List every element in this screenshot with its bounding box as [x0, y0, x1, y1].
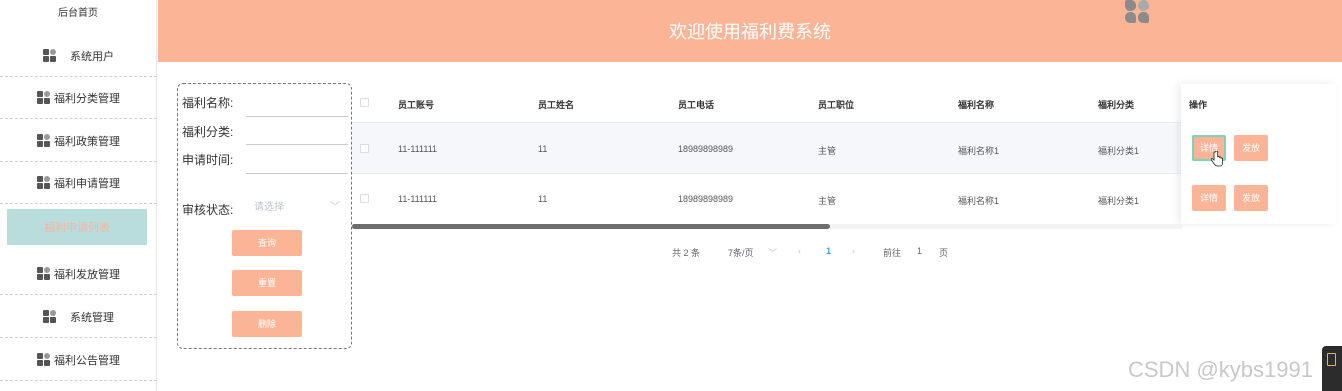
- cell-welfare-category: 福利分类1: [1098, 146, 1140, 156]
- page-size-value: 7条/页: [728, 248, 754, 258]
- horizontal-scrollbar-thumb[interactable]: [352, 224, 830, 229]
- sidebar-item-welfare-application[interactable]: 福利申请管理: [0, 162, 157, 204]
- cell-name: 11: [538, 194, 548, 204]
- page-unit-label: 页: [939, 248, 949, 258]
- chevron-down-icon: ﹀: [768, 248, 778, 258]
- sidebar-item-welfare-notice[interactable]: 福利公告管理: [0, 339, 157, 381]
- sidebar-item-label: 福利公告管理: [54, 354, 120, 367]
- row-checkbox[interactable]: [360, 144, 369, 153]
- reset-button[interactable]: 重置: [232, 270, 302, 296]
- sidebar-item-welfare-issue[interactable]: 福利发放管理: [0, 253, 157, 295]
- header: 欢迎使用福利费系统: [158, 0, 1342, 62]
- column-header: 员工电话: [678, 100, 715, 110]
- review-status-label: 审核状态:: [182, 203, 234, 217]
- grid-icon: [37, 91, 50, 104]
- table-row[interactable]: [352, 123, 1182, 173]
- sidebar-item-application-list[interactable]: 福利申请列表: [7, 209, 147, 245]
- welfare-name-label: 福利名称:: [182, 96, 234, 110]
- review-status-select[interactable]: 请选择 ﹀: [246, 196, 348, 220]
- delete-button[interactable]: 删除: [232, 311, 302, 337]
- select-all-checkbox[interactable]: [360, 98, 369, 107]
- detail-button[interactable]: 详情: [1192, 185, 1226, 211]
- page-size-select[interactable]: 7条/页 ﹀: [728, 246, 777, 259]
- cell-phone: 18989898989: [678, 144, 734, 154]
- pagination-total: 共 2 条: [672, 248, 701, 258]
- cell-welfare-name: 福利名称1: [958, 196, 1000, 206]
- sidebar-item-label: 系统用户: [70, 50, 114, 63]
- clipboard-icon[interactable]: [1322, 346, 1342, 391]
- sidebar-item-system-management[interactable]: 系统管理: [0, 296, 157, 338]
- welfare-category-input[interactable]: [246, 144, 348, 145]
- cell-phone: 18989898989: [678, 194, 734, 204]
- welfare-name-input[interactable]: [246, 116, 348, 117]
- cell-account: 11-111111: [398, 194, 438, 204]
- table-row[interactable]: [352, 174, 1182, 224]
- sidebar-item-label: 福利发放管理: [54, 268, 120, 281]
- operations-column: 操作 详情 发放 详情 发放: [1181, 84, 1336, 224]
- grid-icon: [37, 353, 50, 366]
- cell-account: 11-111111: [398, 144, 438, 154]
- column-header: 员工姓名: [538, 100, 575, 110]
- next-page-icon[interactable]: ›: [852, 246, 855, 256]
- sidebar-item-label: 系统管理: [70, 311, 114, 324]
- cell-position: 主管: [818, 146, 837, 156]
- chevron-down-icon: ﹀: [330, 202, 340, 213]
- select-placeholder: 请选择: [254, 202, 284, 213]
- sidebar-item-label: 福利申请列表: [44, 222, 110, 234]
- hand-cursor-icon: [1211, 151, 1223, 167]
- prev-page-icon[interactable]: ‹: [798, 246, 801, 256]
- cell-name: 11: [538, 144, 548, 154]
- apply-time-input[interactable]: [246, 173, 348, 174]
- column-header: 员工账号: [398, 100, 435, 110]
- grid-icon: [43, 49, 56, 62]
- sidebar: 后台首页 系统用户 福利分类管理 福利政策管理 福利申请管理 福利申请列表 福利…: [0, 0, 157, 391]
- sidebar-item-welfare-category[interactable]: 福利分类管理: [0, 77, 157, 119]
- goto-input[interactable]: 1: [917, 246, 922, 256]
- query-button[interactable]: 查询: [232, 230, 302, 256]
- sidebar-item-welfare-policy[interactable]: 福利政策管理: [0, 120, 157, 162]
- cell-welfare-name: 福利名称1: [958, 146, 1000, 156]
- sidebar-item-label: 福利申请管理: [54, 177, 120, 190]
- grid-icon: [37, 267, 50, 280]
- goto-label: 前往: [883, 248, 902, 258]
- page-title: 欢迎使用福利费系统: [669, 22, 831, 42]
- search-panel: 福利名称: 福利分类: 申请时间: 审核状态: 请选择 ﹀ 查询 重置 删除: [177, 83, 352, 349]
- issue-button[interactable]: 发放: [1234, 185, 1268, 211]
- sidebar-item-system-users[interactable]: 系统用户: [0, 35, 157, 77]
- sidebar-item-label: 福利政策管理: [54, 135, 120, 148]
- issue-button[interactable]: 发放: [1234, 135, 1268, 161]
- cell-welfare-category: 福利分类1: [1098, 196, 1140, 206]
- logo-icon[interactable]: [1125, 0, 1151, 24]
- column-header: 福利分类: [1098, 100, 1135, 110]
- column-header: 员工职位: [818, 100, 855, 110]
- watermark: CSDN @kybs1991: [1128, 357, 1313, 382]
- page-number[interactable]: 1: [826, 246, 831, 256]
- row-checkbox[interactable]: [360, 194, 369, 203]
- cell-position: 主管: [818, 196, 837, 206]
- welfare-category-label: 福利分类:: [182, 125, 234, 139]
- apply-time-label: 申请时间:: [182, 153, 234, 167]
- sidebar-item-home[interactable]: 后台首页: [0, 0, 156, 28]
- column-header: 操作: [1189, 100, 1208, 110]
- grid-icon: [43, 310, 56, 323]
- grid-icon: [37, 176, 50, 189]
- grid-icon: [37, 134, 50, 147]
- column-header: 福利名称: [958, 100, 995, 110]
- sidebar-item-label: 福利分类管理: [54, 92, 120, 105]
